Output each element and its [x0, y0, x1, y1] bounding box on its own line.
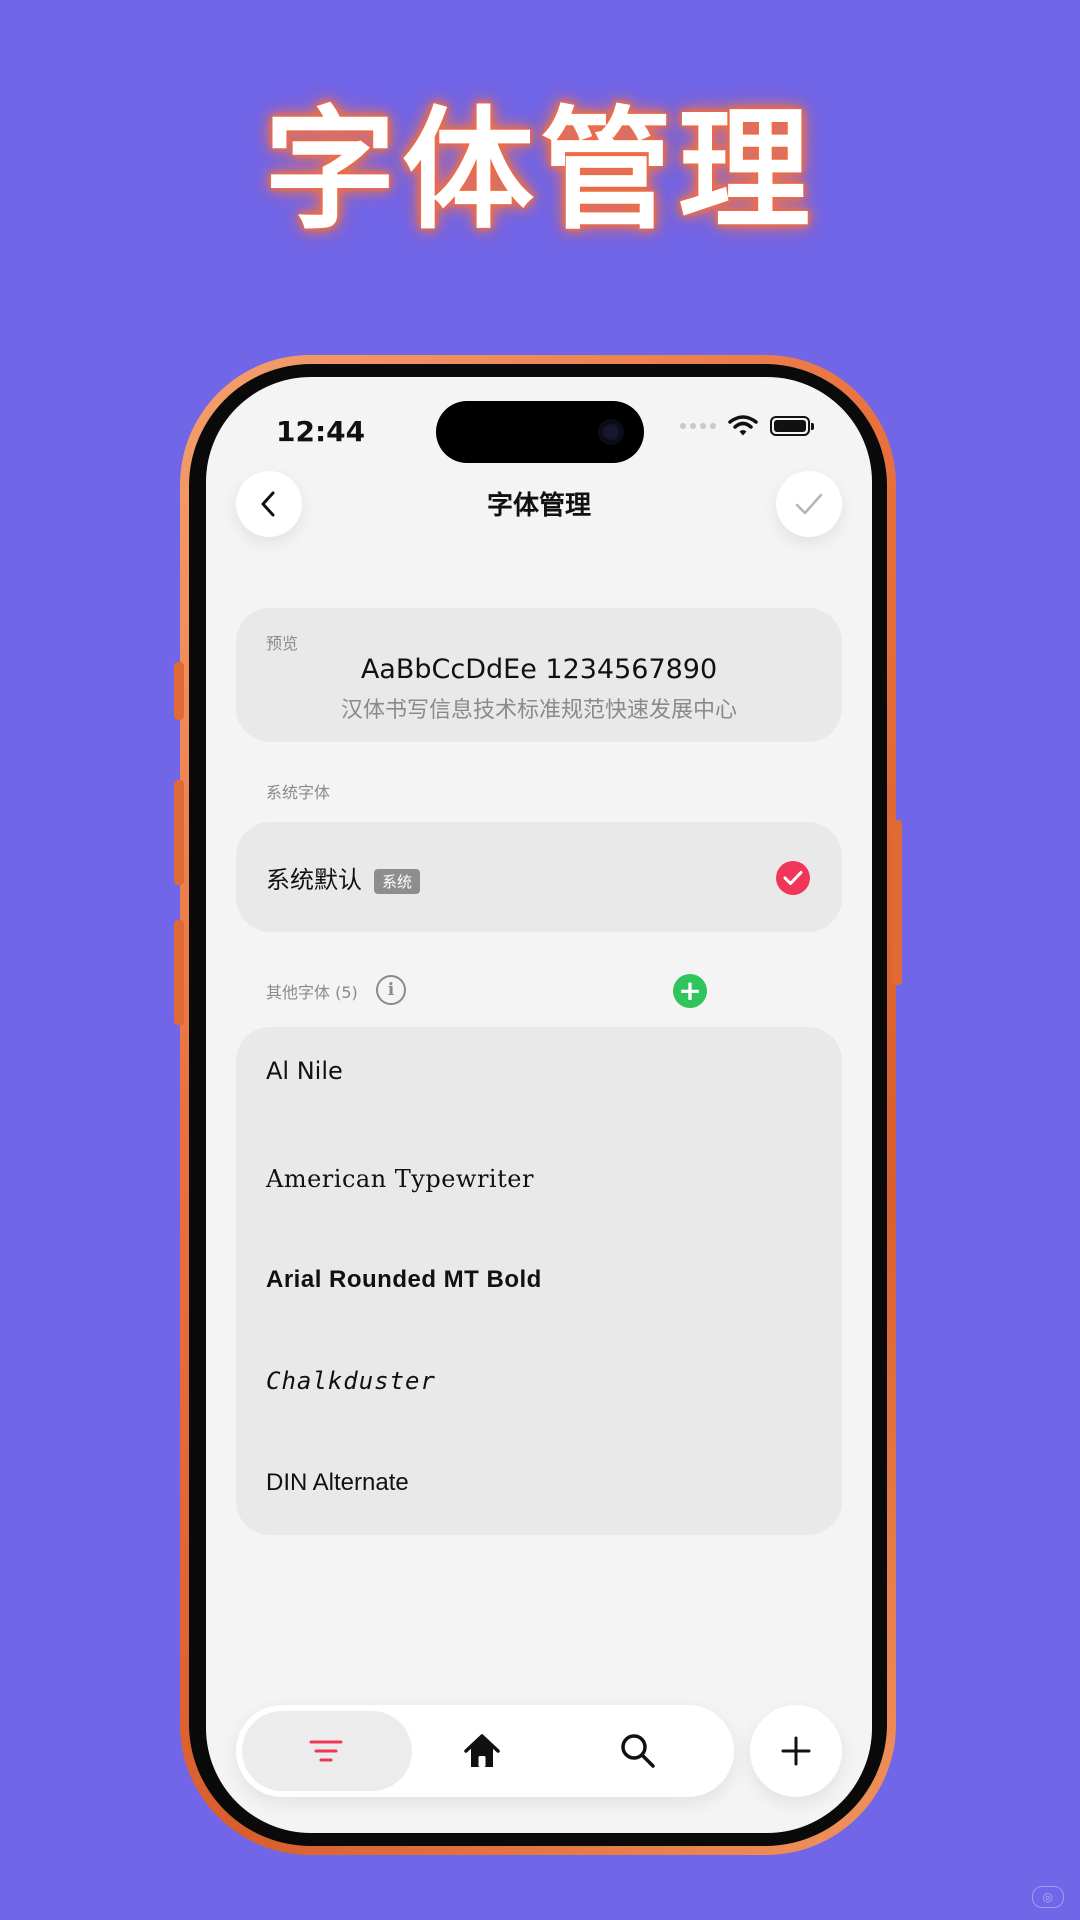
- preview-latin-sample: AaBbCcDdEe 1234567890: [360, 654, 718, 685]
- home-icon: [464, 1734, 500, 1767]
- font-row-arial-rounded[interactable]: Arial Rounded MT Bold: [266, 1266, 542, 1294]
- watermark-logo: ◎: [1031, 1886, 1064, 1908]
- phone-frame: 12:44 字体管理 预览 AaBbCcDdEe 1234567890 汉体书写…: [174, 355, 902, 1855]
- status-icons: [680, 415, 814, 437]
- tab-list[interactable]: [306, 1731, 346, 1771]
- other-fonts-card: Al Nile American Typewriter Arial Rounde…: [236, 1027, 842, 1535]
- selected-check-icon: [776, 861, 810, 895]
- page-title: 字体管理: [486, 491, 591, 521]
- search-icon: [621, 1734, 655, 1768]
- power-button: [892, 820, 902, 985]
- system-fonts-label: 系统字体: [266, 783, 331, 802]
- promo-title: 字体管理: [264, 94, 816, 248]
- system-font-name: 系统默认: [266, 866, 362, 894]
- plus-icon: [781, 1736, 811, 1766]
- preview-label: 预览: [266, 634, 299, 653]
- action-button: [174, 662, 184, 720]
- status-time: 12:44: [276, 415, 366, 448]
- confirm-button[interactable]: [776, 471, 842, 537]
- battery-icon: [770, 416, 814, 436]
- font-row-american-typewriter[interactable]: American Typewriter: [266, 1165, 534, 1193]
- system-font-card: 系统默认 系统: [236, 822, 842, 932]
- font-row-al-nile[interactable]: Al Nile: [266, 1057, 343, 1085]
- check-icon: [795, 493, 823, 515]
- add-font-button[interactable]: +: [673, 974, 707, 1008]
- wifi-icon: [728, 415, 758, 436]
- add-button[interactable]: [750, 1705, 842, 1797]
- system-badge: 系统: [374, 869, 421, 894]
- info-icon[interactable]: i: [376, 975, 406, 1005]
- volume-up-button: [174, 780, 184, 885]
- camera-icon: [598, 419, 624, 445]
- cellular-signal-icon: [680, 423, 716, 429]
- font-row-din-alternate[interactable]: DIN Alternate: [266, 1469, 409, 1497]
- font-row-chalkduster[interactable]: Chalkduster: [266, 1367, 436, 1395]
- volume-down-button: [174, 920, 184, 1025]
- phone-screen: 12:44 字体管理 预览 AaBbCcDdEe 1234567890 汉体书写…: [206, 377, 872, 1833]
- tab-home[interactable]: [462, 1731, 502, 1771]
- tab-bar: [236, 1705, 734, 1797]
- list-icon: [309, 1740, 343, 1762]
- other-fonts-label: 其他字体 (5): [266, 983, 358, 1002]
- preview-cjk-sample: 汉体书写信息技术标准规范快速发展中心: [340, 698, 737, 723]
- preview-card: 预览 AaBbCcDdEe 1234567890 汉体书写信息技术标准规范快速发…: [236, 608, 842, 742]
- tab-search[interactable]: [618, 1731, 658, 1771]
- dynamic-island: [436, 401, 644, 463]
- system-font-row[interactable]: 系统默认 系统: [266, 860, 421, 896]
